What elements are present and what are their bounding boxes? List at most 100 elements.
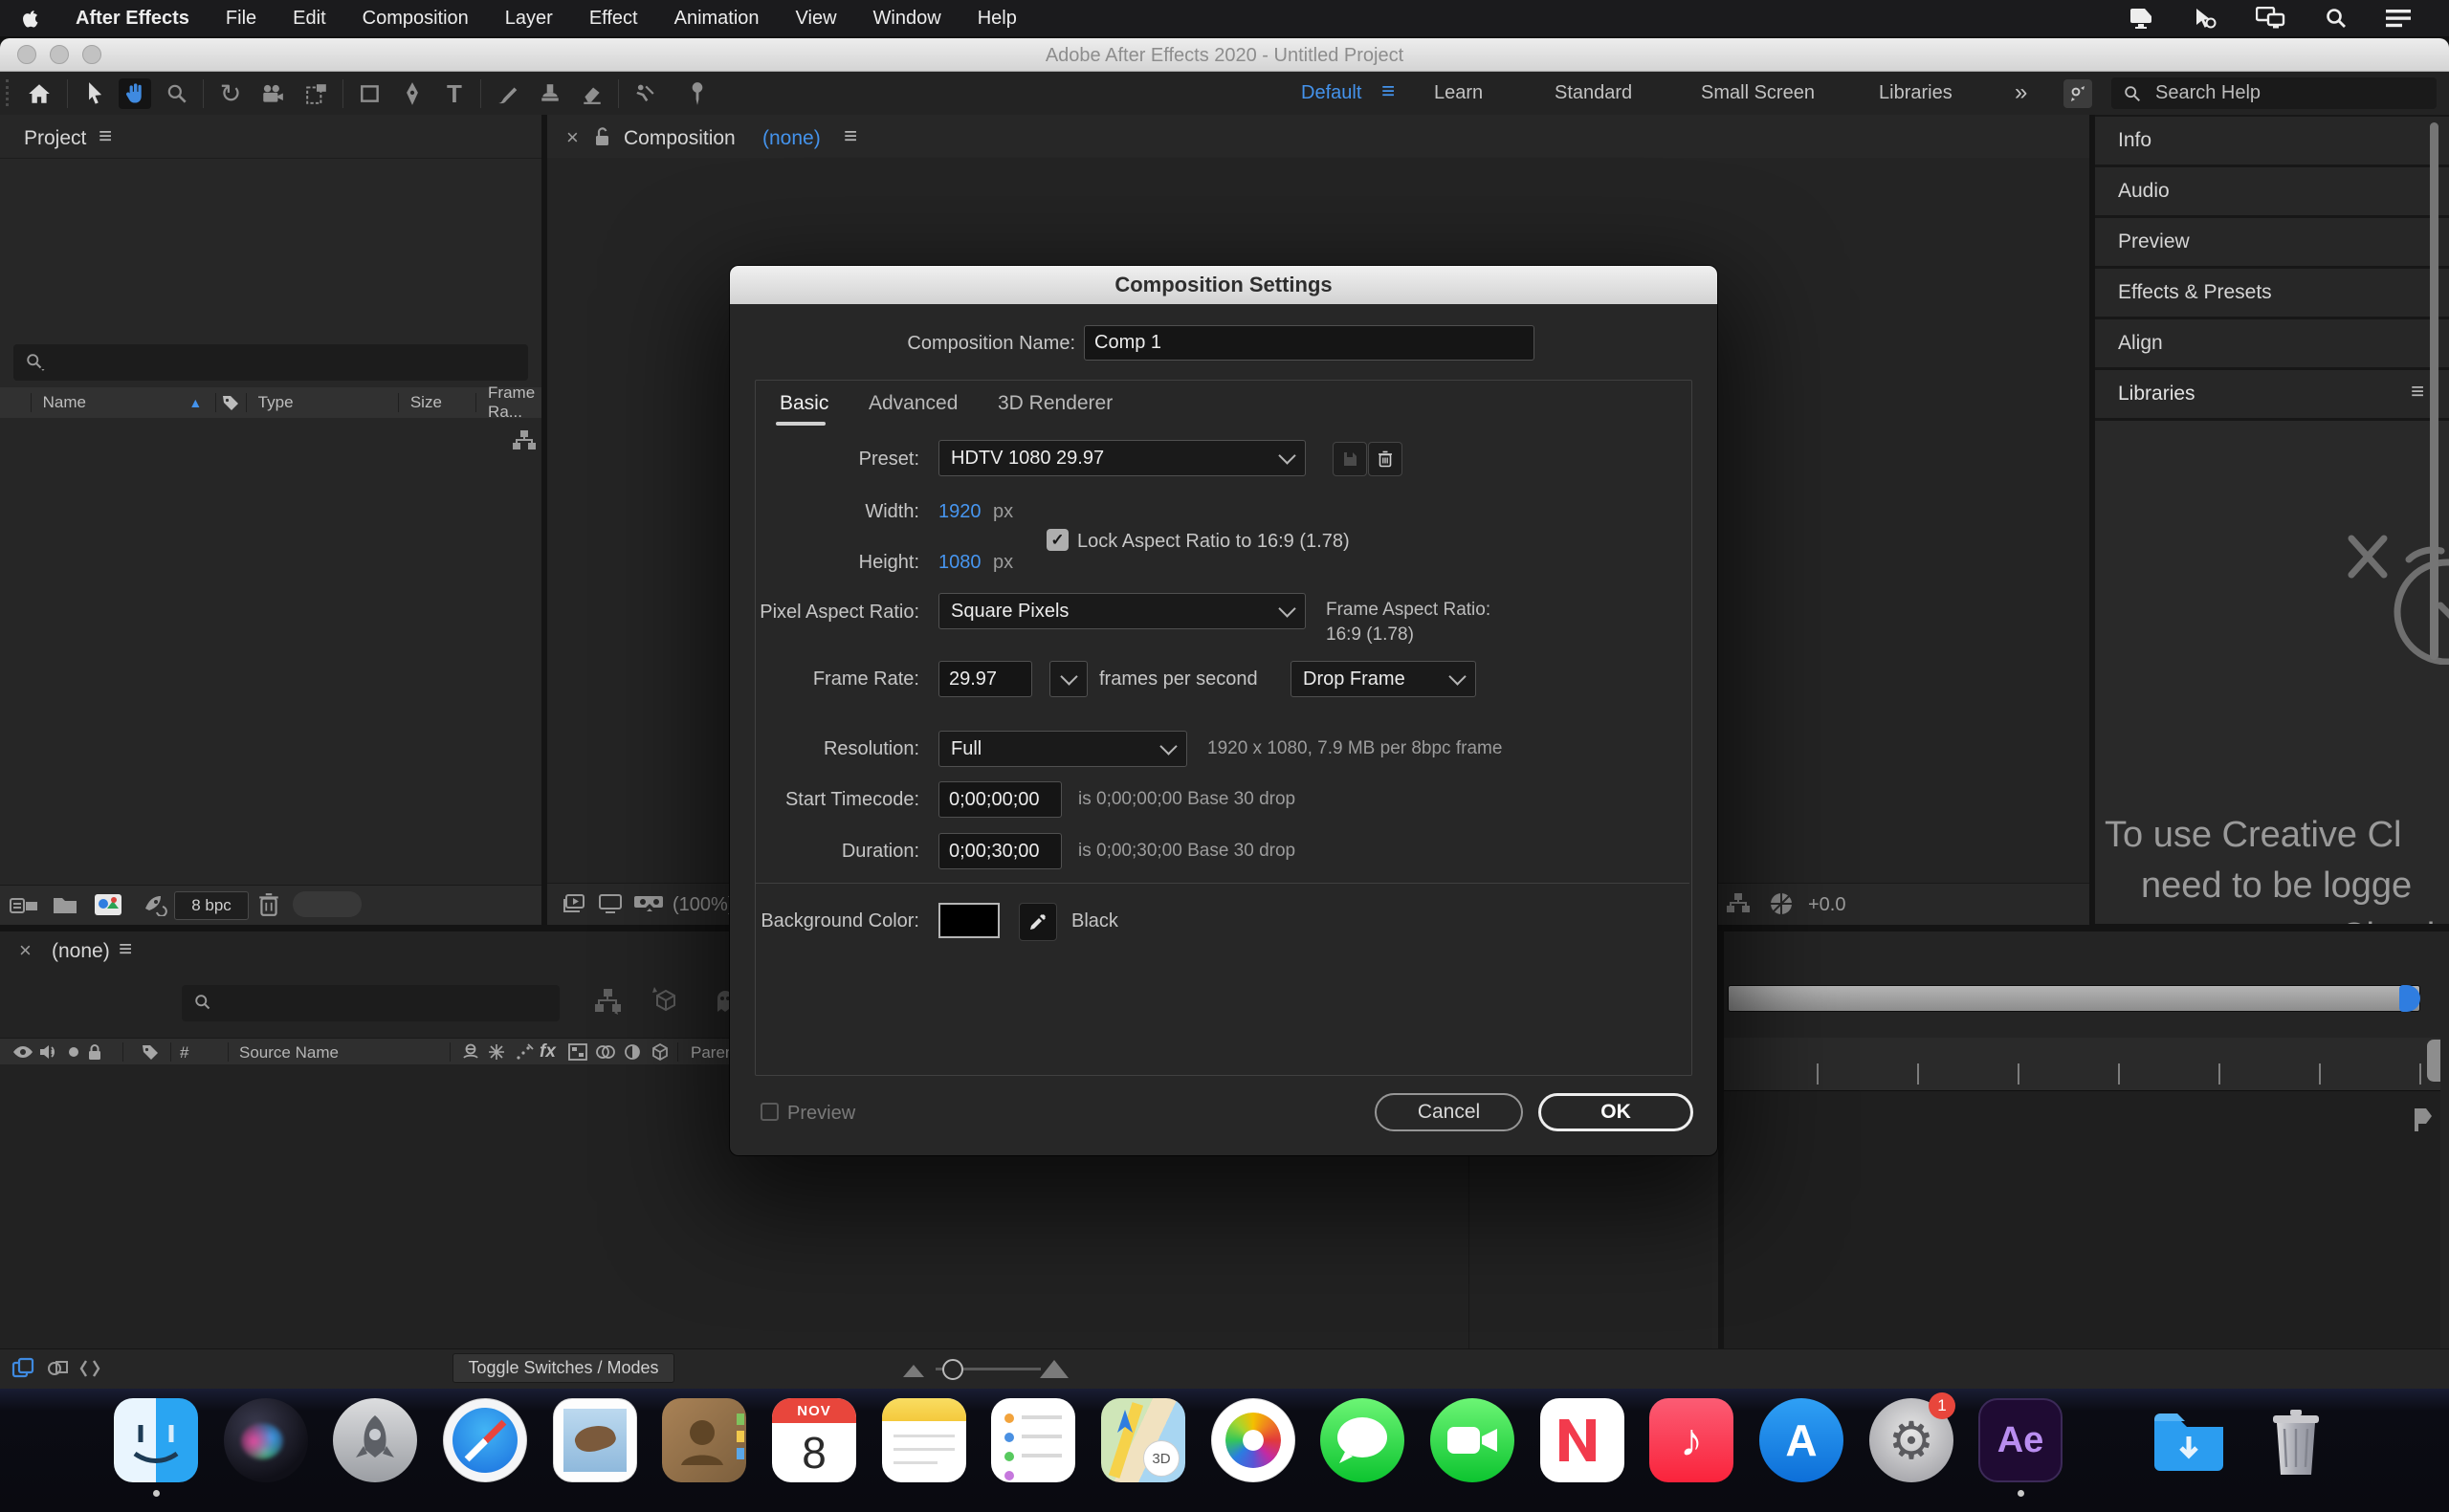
interpret-footage-icon[interactable] [10,893,40,918]
start-timecode-input[interactable] [938,781,1062,818]
comp-zoom-level[interactable]: (100%) [673,894,734,916]
eyedropper-button[interactable] [1019,903,1057,941]
workspace-tab-small-screen[interactable]: Small Screen [1701,82,1815,104]
vr-view-icon[interactable] [633,892,666,915]
column-frame-rate[interactable]: Frame Ra... [476,383,541,422]
menu-edit[interactable]: Edit [275,0,343,36]
close-timeline-tab-icon[interactable]: × [19,938,32,963]
zoom-slider-knob[interactable] [942,1359,963,1380]
project-items-list[interactable] [0,418,541,885]
project-panel-menu-icon[interactable]: ≡ [99,125,112,148]
always-preview-icon[interactable] [561,892,587,915]
column-source-name[interactable]: Source Name [239,1043,339,1063]
pen-tool[interactable] [396,78,429,109]
sidebar-panel-effects-presets[interactable]: Effects & Presets [2095,269,2449,317]
hand-tool[interactable] [119,78,151,109]
project-flowchart-icon[interactable] [512,429,537,452]
close-comp-tab-icon[interactable]: × [566,125,579,150]
selection-tool[interactable] [78,78,111,109]
menu-window[interactable]: Window [855,0,960,36]
trash-icon[interactable] [258,892,279,917]
search-help-input[interactable] [2153,81,2387,105]
drop-frame-dropdown[interactable]: Drop Frame [1291,661,1476,697]
audio-icon[interactable] [39,1043,58,1061]
notification-list-icon[interactable] [2386,9,2411,28]
film-switch-icon[interactable] [568,1043,587,1061]
timeline-menu-icon[interactable]: ≡ [119,938,132,961]
comp-exposure-value[interactable]: +0.0 [1808,894,1845,916]
cube-3d-icon[interactable] [651,1042,670,1062]
tab-advanced[interactable]: Advanced [869,392,958,415]
height-value[interactable]: 1080 [938,552,982,574]
workspace-tab-standard[interactable]: Standard [1555,82,1632,104]
column-type[interactable]: Type [247,393,399,412]
workspace-overflow-chevrons[interactable]: » [2015,79,2027,106]
preview-checkbox[interactable] [761,1103,779,1121]
sort-ascending-icon[interactable]: ▲ [188,395,202,410]
spotlight-icon[interactable] [2325,7,2348,30]
timeline-tracks[interactable] [1724,1091,2440,1348]
libraries-menu-icon[interactable]: ≡ [2411,381,2424,404]
comp-flowchart-icon[interactable] [1726,892,1751,915]
cancel-button[interactable]: Cancel [1375,1093,1523,1131]
workspace-tab-libraries[interactable]: Libraries [1879,82,1953,104]
tab-basic[interactable]: Basic [780,392,828,415]
frame-blend-icon[interactable] [488,1043,505,1061]
preset-dropdown[interactable]: HDTV 1080 29.97 [938,440,1306,476]
project-search-box[interactable] [13,344,528,381]
sidebar-panel-libraries[interactable]: Libraries ≡ [2095,370,2449,418]
frame-rate-dropdown-button[interactable] [1049,661,1088,697]
zoom-out-mountain-icon[interactable] [903,1365,924,1377]
comp-panel-status[interactable]: (none) [762,127,821,150]
home-tool[interactable] [23,78,55,109]
toolbar-drag-handle[interactable] [6,79,12,106]
sidebar-panel-align[interactable]: Align [2095,319,2449,367]
dock-music[interactable]: ♪ [1649,1398,1733,1482]
camera-tool[interactable] [256,78,289,109]
menu-animation[interactable]: Animation [656,0,778,36]
eraser-tool[interactable] [576,78,608,109]
dock-facetime[interactable] [1430,1398,1514,1482]
shy-switch-icon[interactable] [461,1042,480,1062]
dock-maps[interactable]: 3D [1101,1398,1185,1482]
sidebar-panel-info[interactable]: Info [2095,117,2449,164]
time-ruler[interactable] [1724,1038,2440,1091]
motion-blur-icon[interactable] [515,1042,534,1062]
dock-downloads[interactable] [2147,1398,2231,1482]
dock-appstore[interactable]: A [1759,1398,1843,1482]
fx-switch-icon[interactable]: fx [540,1041,556,1063]
project-panel-tab[interactable]: Project [24,127,86,150]
transfer-controls-icon[interactable] [46,1357,69,1380]
save-preset-button[interactable] [1333,442,1367,476]
displays-icon[interactable] [2256,7,2286,30]
remote-cursor-icon[interactable] [2193,7,2217,30]
dock-notes[interactable] [882,1398,966,1482]
comp-marker-bin-icon[interactable] [2411,1107,2434,1131]
apple-menu[interactable] [0,0,57,36]
project-bpc-button[interactable]: 8 bpc [174,891,249,920]
rectangle-tool[interactable] [354,78,386,109]
dock-mail[interactable] [553,1398,637,1482]
draft-3d-icon[interactable] [651,985,681,1016]
duration-input[interactable] [938,833,1062,869]
timeline-tab[interactable]: (none) [52,940,110,963]
pan-behind-tool[interactable] [300,78,333,109]
zoom-in-mountain-icon[interactable] [1040,1360,1069,1378]
column-size[interactable]: Size [399,393,476,412]
tab-3d-renderer[interactable]: 3D Renderer [998,392,1113,415]
new-composition-icon[interactable] [94,892,122,917]
column-layer-number[interactable]: # [180,1043,188,1063]
puppet-pin-tool[interactable] [681,78,714,109]
type-tool[interactable]: T [438,78,471,109]
dock-system-preferences[interactable]: ⚙ 1 [1869,1392,1955,1482]
label-column-icon[interactable] [141,1042,160,1062]
sidebar-scrollbar[interactable] [2430,122,2438,660]
column-name[interactable]: Name [32,393,189,412]
lock-aspect-label[interactable]: Lock Aspect Ratio to 16:9 (1.78) [1077,531,1350,553]
unlock-icon[interactable] [593,127,612,148]
dock-calendar[interactable]: NOV 8 [772,1398,856,1482]
menu-view[interactable]: View [778,0,855,36]
blend-mode-icon[interactable] [595,1043,616,1061]
column-label-icon[interactable] [216,393,246,412]
dock-safari[interactable] [443,1398,527,1482]
